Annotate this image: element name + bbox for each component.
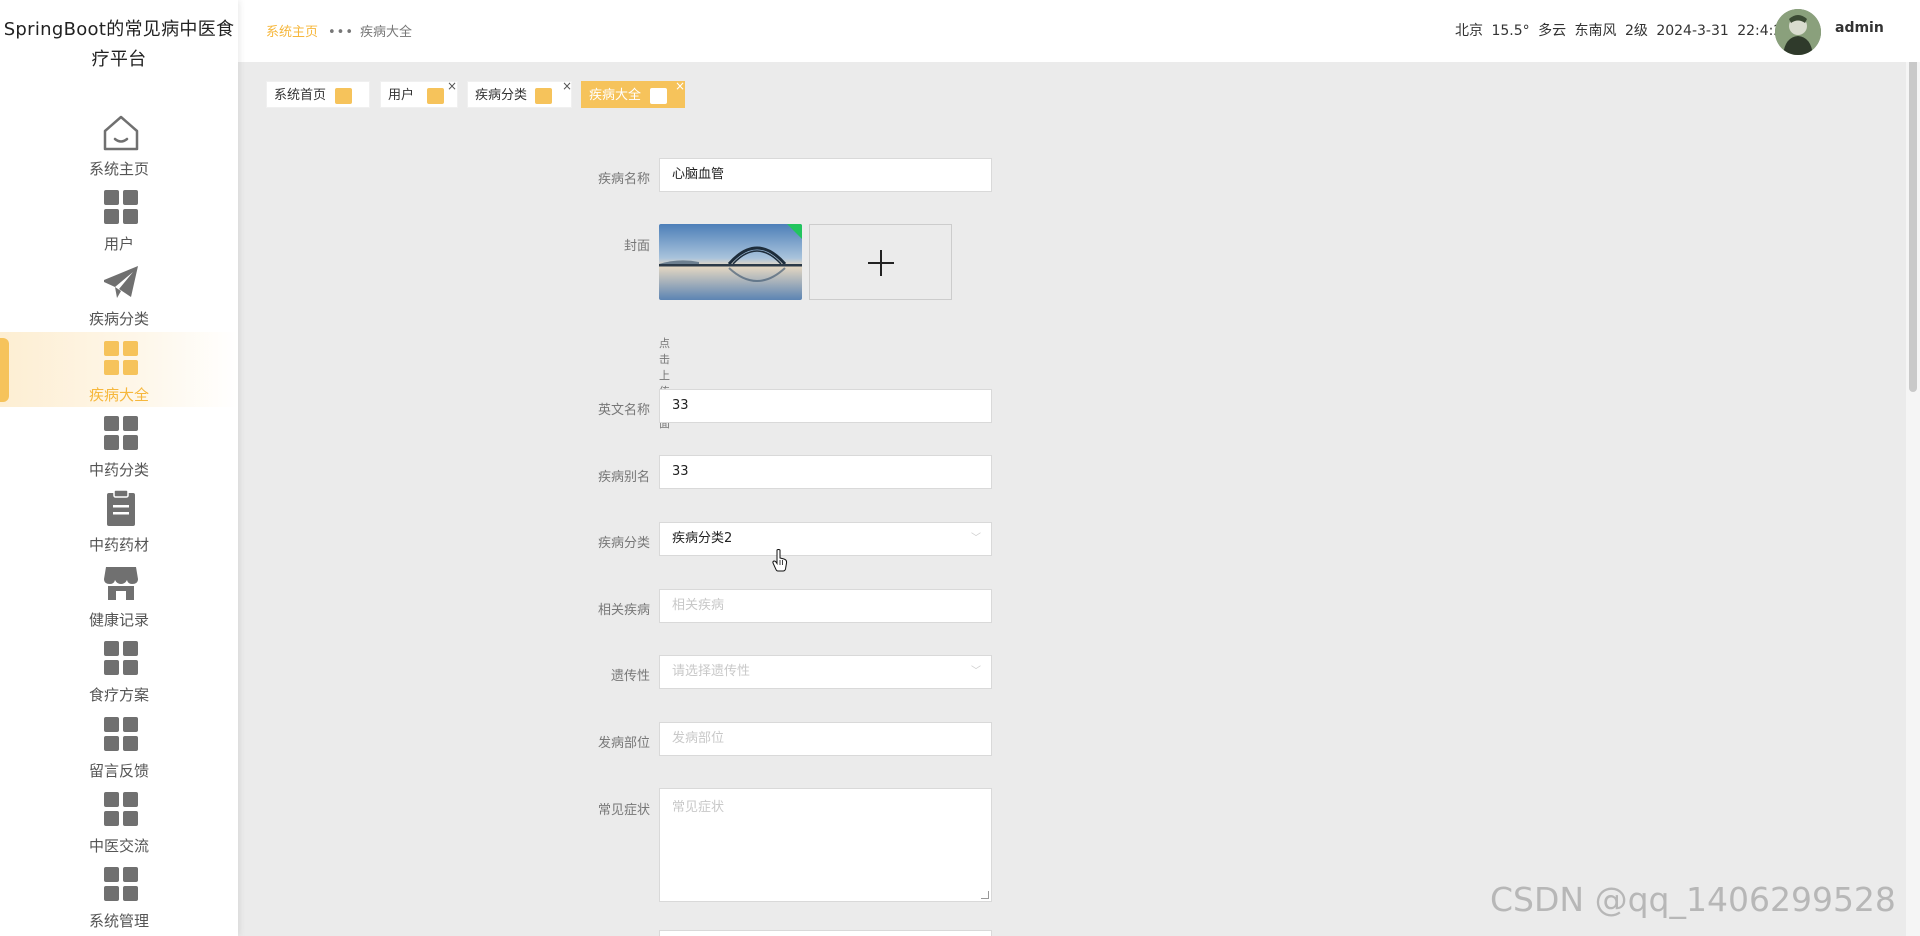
tab-label: 用户 [388,88,415,103]
sidebar-item-label: 留言反馈 [88,761,149,780]
plus-icon-vertical [880,250,882,276]
disease-name-input[interactable]: 心脑血管 [659,158,992,192]
alias-input[interactable]: 33 [659,455,992,489]
chevron-down-icon: ﹀ [971,533,981,544]
bridge-photo [659,224,802,300]
username[interactable]: admin [1835,20,1884,36]
sidebar-item-users[interactable]: 用户 [0,181,238,256]
home-icon [103,115,139,151]
sidebar-item-tcm-exchange[interactable]: 中医交流 [0,783,238,858]
watermark: CSDN @qq_1406299528 [1490,880,1896,919]
hereditary-placeholder: 请选择遗传性 [672,664,751,679]
site-label: 发病部位 [597,736,650,751]
close-icon[interactable]: × [447,73,457,100]
sidebar: SpringBoot的常见病中医食疗平台 系统主页 用户 疾病分类 疾病大全 中… [0,0,238,936]
sidebar-item-label: 中医交流 [88,836,149,855]
sidebar-item-home[interactable]: 系统主页 [0,106,238,181]
tag-icon [427,88,444,104]
page-scrollbar[interactable] [1906,0,1920,936]
symptoms-label: 常见症状 [597,803,650,818]
chevron-down-icon: ﹀ [971,666,981,677]
symptoms-textarea[interactable]: 常见症状 [659,788,992,902]
avatar-image [1775,9,1821,55]
category-selected-value: 疾病分类2 [672,531,733,546]
grid-icon [101,413,141,453]
breadcrumb: 系统主页 ••• 疾病大全 [266,21,412,40]
hand-cursor-icon [772,549,788,572]
close-icon[interactable]: × [562,73,572,100]
sidebar-item-label: 中药分类 [88,460,149,479]
symptoms-placeholder: 常见症状 [672,800,725,815]
grid-icon [101,187,141,227]
next-field-partial[interactable] [659,930,992,936]
cover-label: 封面 [623,239,650,254]
category-select[interactable]: 疾病分类2 ﹀ [659,522,992,556]
grid-icon [101,864,141,904]
upload-cover-button[interactable] [809,224,952,300]
sidebar-menu: 系统主页 用户 疾病分类 疾病大全 中药分类 中药药材 健康记录 食疗方案 留言… [0,106,238,933]
top-header: 系统主页 ••• 疾病大全 北京 15.5° 多云 东南风 2级 2024-3-31… [238,0,1920,62]
breadcrumb-separator: ••• [328,25,355,40]
app-title: SpringBoot的常见病中医食疗平台 [3,19,235,70]
sidebar-item-diet-plan[interactable]: 食疗方案 [0,632,238,707]
category-label: 疾病分类 [597,536,650,551]
alias-label: 疾病别名 [597,470,650,485]
english-name-label: 英文名称 [597,403,650,418]
close-icon[interactable]: × [675,73,685,100]
sidebar-item-label: 用户 [103,235,134,254]
shop-icon [104,567,138,601]
grid-icon [101,638,141,678]
name-label: 疾病名称 [597,172,650,187]
sidebar-item-health-records[interactable]: 健康记录 [0,557,238,632]
tab-users[interactable]: 用户 × [380,79,458,108]
sidebar-item-label: 系统主页 [88,160,149,178]
breadcrumb-home-link[interactable]: 系统主页 [266,25,318,40]
avatar[interactable] [1775,9,1821,55]
tab-disease-category[interactable]: 疾病分类 × [467,79,572,108]
sidebar-item-disease-category[interactable]: 疾病分类 [0,256,238,331]
tab-disease-encyclopedia[interactable]: 疾病大全 × [581,79,685,108]
sidebar-item-label: 系统管理 [88,911,149,930]
english-name-input[interactable]: 33 [659,389,992,423]
sidebar-item-herbs[interactable]: 中药药材 [0,482,238,557]
tag-icon [335,88,352,104]
sidebar-item-feedback[interactable]: 留言反馈 [0,708,238,783]
breadcrumb-current: 疾病大全 [360,25,413,40]
related-label: 相关疾病 [597,603,650,618]
sidebar-item-label: 中药药材 [88,535,149,554]
tag-icon [650,88,667,104]
tab-label: 系统首页 [274,88,327,103]
tab-label: 疾病大全 [589,88,642,103]
tab-home[interactable]: 系统首页 [266,81,370,108]
grid-icon [101,714,141,754]
sidebar-item-herb-category[interactable]: 中药分类 [0,407,238,482]
sidebar-item-disease-encyclopedia[interactable]: 疾病大全 [0,331,238,407]
weather-datetime: 北京 15.5° 多云 东南风 2级 2024-3-31 22:4:22 [1455,23,1792,39]
grid-icon [101,789,141,829]
sidebar-item-label: 健康记录 [88,611,149,630]
site-input[interactable]: 发病部位 [659,722,992,756]
resize-handle[interactable] [981,891,989,899]
related-disease-input[interactable]: 相关疾病 [659,589,992,623]
grid-icon [101,338,141,378]
sidebar-item-system-management[interactable]: 系统管理 [0,858,238,933]
sidebar-item-label: 疾病大全 [88,385,149,404]
cover-image[interactable] [659,224,802,300]
tab-label: 疾病分类 [475,88,528,103]
sidebar-item-label: 疾病分类 [88,310,149,329]
hereditary-select[interactable]: 请选择遗传性 ﹀ [659,655,992,689]
hereditary-label: 遗传性 [610,669,650,684]
tag-icon [535,88,552,104]
sidebar-item-label: 食疗方案 [88,686,149,705]
clipboard-icon [107,489,135,526]
paper-plane-icon [104,266,138,299]
